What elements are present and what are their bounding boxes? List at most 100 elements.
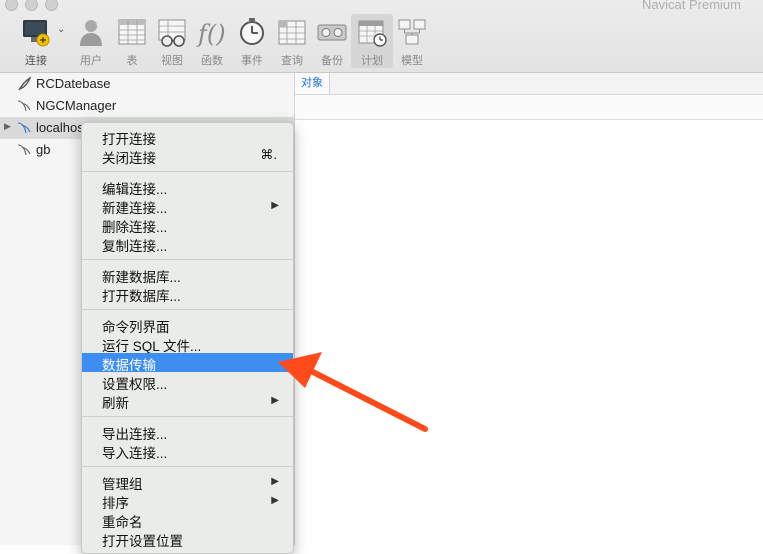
table-icon (118, 19, 146, 45)
menu-item-label: 新建连接... (102, 201, 168, 216)
menu-item-open-connection[interactable]: 打开连接 (82, 127, 293, 147)
tab-objects[interactable]: 对象 (295, 73, 330, 94)
menu-item-refresh[interactable]: 刷新 ▶ (82, 391, 293, 411)
menu-separator (82, 466, 293, 467)
toolbar-model-label: 模型 (401, 55, 423, 67)
toolbar-query-button[interactable]: 查询 (271, 14, 313, 68)
menu-item-label: 设置权限... (102, 377, 168, 392)
menu-separator (82, 416, 293, 417)
menu-item-label: 排序 (102, 496, 129, 511)
zoom-window-button[interactable] (45, 0, 58, 11)
connection-icon (23, 20, 50, 47)
disclosure-triangle-icon[interactable]: ▶ (4, 121, 11, 132)
connection-label: NGCManager (36, 98, 117, 113)
toolbar-user-button[interactable]: 用户 (70, 14, 112, 68)
toolbar-model-button[interactable]: 模型 (391, 14, 433, 68)
toolbar-event-button[interactable]: 事件 (231, 14, 273, 68)
menu-item-new-database[interactable]: 新建数据库... (82, 265, 293, 285)
menu-item-label: 打开数据库... (102, 289, 181, 304)
menu-item-label: 重命名 (102, 515, 143, 530)
main-tab-bar: 对象 (295, 73, 763, 95)
menu-item-open-database[interactable]: 打开数据库... (82, 284, 293, 304)
window-title: Navicat Premium (642, 0, 741, 12)
close-window-button[interactable] (5, 0, 18, 11)
menu-item-label: 命令列界面 (102, 320, 170, 335)
menu-item-close-connection[interactable]: 关闭连接 ⌘. (82, 146, 293, 166)
connection-item-ngcmanager[interactable]: NGCManager (0, 95, 294, 117)
menu-item-label: 运行 SQL 文件... (102, 339, 202, 354)
menu-item-data-transfer[interactable]: 数据传输 (82, 353, 293, 373)
submenu-arrow-icon: ▶ (271, 476, 279, 487)
menu-item-label: 导出连接... (102, 427, 168, 442)
menu-separator (82, 171, 293, 172)
menu-item-open-settings-location[interactable]: 打开设置位置 (82, 529, 293, 549)
connection-label: gb (36, 142, 51, 157)
menu-item-label: 数据传输 (102, 358, 156, 373)
toolbar-backup-button[interactable]: 备份 (311, 14, 353, 68)
dolphin-icon (17, 100, 31, 112)
toolbar-schedule-button[interactable]: 计划 (351, 14, 393, 68)
event-icon (240, 18, 264, 45)
connection-label: localhost (36, 120, 88, 135)
menu-item-label: 刷新 (102, 396, 129, 411)
toolbar-backup-label: 备份 (321, 55, 343, 67)
connection-item-rcdatebase[interactable]: RCDatebase (0, 73, 294, 95)
chevron-down-icon[interactable]: ⌄ (57, 24, 65, 35)
toolbar-function-label: 函数 (201, 55, 223, 67)
menu-item-import-connections[interactable]: 导入连接... (82, 441, 293, 461)
menu-item-delete-connection[interactable]: 删除连接... (82, 215, 293, 235)
menu-shortcut: ⌘. (260, 147, 277, 162)
menu-item-label: 编辑连接... (102, 182, 168, 197)
menu-separator (82, 259, 293, 260)
menu-item-duplicate-connection[interactable]: 复制连接... (82, 234, 293, 254)
toolbar-user-label: 用户 (80, 55, 102, 67)
object-toolbar (295, 95, 763, 120)
backup-icon (317, 24, 347, 41)
menu-item-export-connections[interactable]: 导出连接... (82, 422, 293, 442)
toolbar-schedule-label: 计划 (361, 55, 383, 67)
menu-item-console[interactable]: 命令列界面 (82, 315, 293, 335)
user-icon (80, 20, 102, 46)
toolbar-query-label: 查询 (281, 55, 303, 67)
toolbar-view-button[interactable]: 视图 (151, 14, 193, 68)
query-icon (278, 20, 306, 45)
menu-item-sort[interactable]: 排序 ▶ (82, 491, 293, 511)
menu-separator (82, 309, 293, 310)
menu-item-label: 复制连接... (102, 239, 168, 254)
menu-item-edit-connection[interactable]: 编辑连接... (82, 177, 293, 197)
submenu-arrow-icon: ▶ (271, 395, 279, 406)
toolbar-connection-button[interactable]: 连接 (15, 14, 57, 68)
toolbar-event-label: 事件 (241, 55, 263, 67)
connection-label: RCDatebase (36, 76, 111, 91)
toolbar-view-label: 视图 (161, 55, 183, 67)
menu-item-set-privileges[interactable]: 设置权限... (82, 372, 293, 392)
menu-item-new-connection[interactable]: 新建连接... ▶ (82, 196, 293, 216)
menu-item-manage-groups[interactable]: 管理组 ▶ (82, 472, 293, 492)
function-glyph: f() (196, 20, 226, 48)
toolbar-connection-label: 连接 (25, 55, 47, 67)
menu-item-label: 打开连接 (102, 132, 156, 147)
menu-item-label: 新建数据库... (102, 270, 181, 285)
minimize-window-button[interactable] (25, 0, 38, 11)
toolbar: Navicat Premium 连接 ⌄ 用户 表 视图 f() 函数 事件 查… (0, 0, 763, 73)
submenu-arrow-icon: ▶ (271, 495, 279, 506)
dolphin-icon (17, 144, 31, 156)
menu-item-label: 导入连接... (102, 446, 168, 461)
submenu-arrow-icon: ▶ (271, 200, 279, 211)
feather-icon (18, 76, 32, 91)
context-menu: 打开连接 关闭连接 ⌘. 编辑连接... 新建连接... ▶ 删除连接... 复制连… (81, 122, 294, 554)
view-icon (158, 19, 186, 47)
toolbar-table-button[interactable]: 表 (111, 14, 153, 68)
menu-item-label: 关闭连接 (102, 151, 156, 166)
schedule-icon (358, 20, 387, 47)
menu-item-label: 管理组 (102, 477, 143, 492)
toolbar-table-label: 表 (126, 55, 138, 67)
menu-item-label: 删除连接... (102, 220, 168, 235)
function-icon: f() (196, 20, 226, 48)
menu-item-rename[interactable]: 重命名 (82, 510, 293, 530)
dolphin-icon (17, 122, 31, 134)
toolbar-function-button[interactable]: f() 函数 (191, 14, 233, 68)
menu-item-run-sql-file[interactable]: 运行 SQL 文件... (82, 334, 293, 354)
model-icon (398, 19, 426, 45)
menu-item-label: 打开设置位置 (102, 534, 183, 549)
